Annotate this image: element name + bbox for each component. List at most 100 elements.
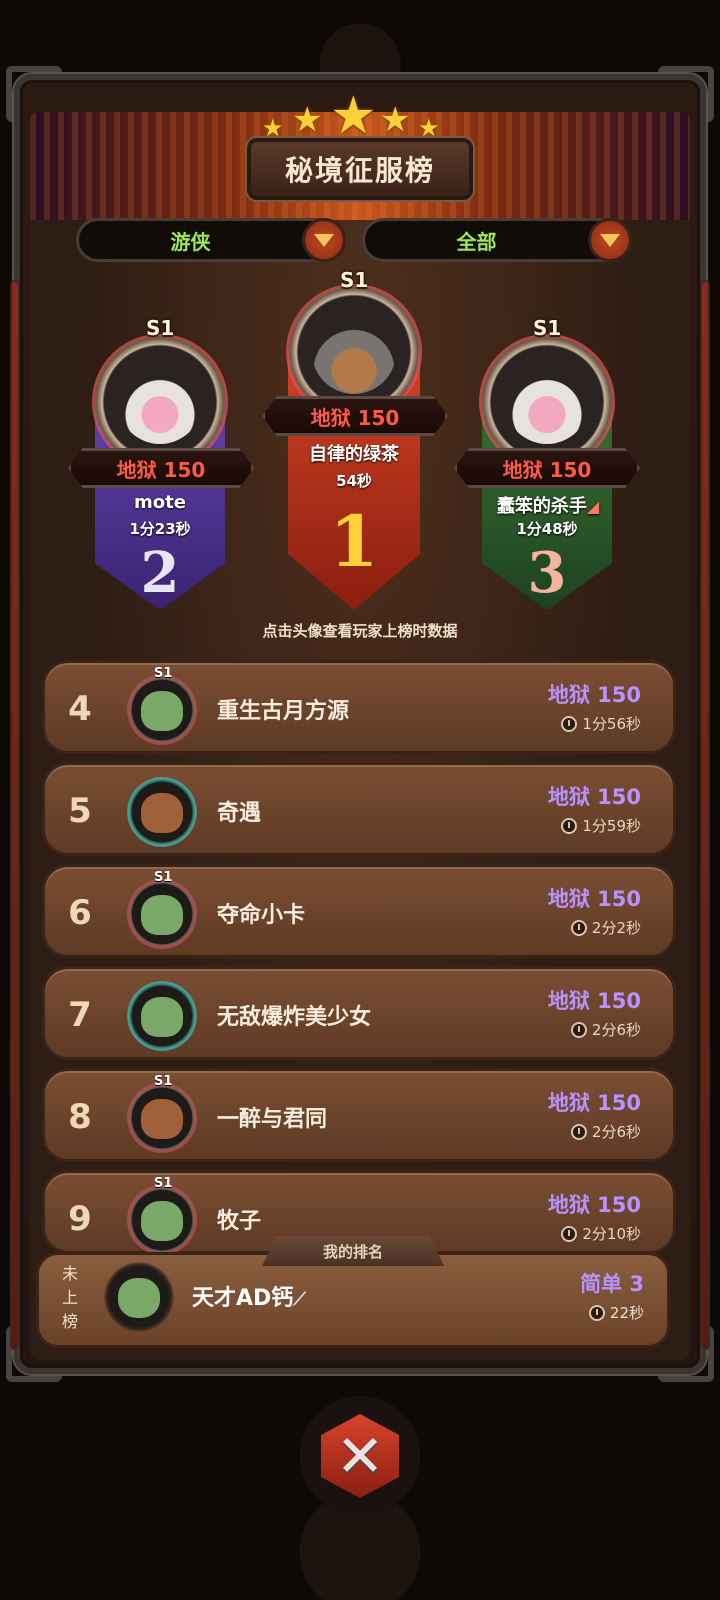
my-time-value: 22秒 xyxy=(609,1304,644,1322)
podium-player-time: 54秒 xyxy=(336,472,372,490)
podium-player-name: 自律的绿茶 xyxy=(309,444,399,465)
my-player-name: 天才AD钙 xyxy=(192,1286,294,1311)
star-icon: ★ xyxy=(380,100,411,140)
season-badge: S1 xyxy=(146,316,175,340)
row-difficulty: 地狱 150 xyxy=(547,989,641,1013)
row-difficulty: 地狱 150 xyxy=(547,887,641,911)
podium-difficulty: 地狱 150 xyxy=(502,457,592,482)
player-avatar[interactable]: S1 xyxy=(127,1074,197,1153)
podium-difficulty: 地狱 150 xyxy=(310,405,400,430)
knife-emoji-icon: ⟋ xyxy=(293,1289,306,1310)
clock-icon xyxy=(570,1021,587,1038)
rating-stars: ★ ★ ★ ★ ★ xyxy=(0,86,720,146)
page-title-text: 秘境征服榜 xyxy=(284,154,435,187)
row-time: 2分10秒 xyxy=(561,1223,641,1244)
row-player-name: 牧子 xyxy=(217,1209,262,1234)
hint-text: 点击头像查看玩家上榜时数据 xyxy=(262,622,458,640)
row-time: 1分59秒 xyxy=(561,815,641,836)
podium-place-number: 1 xyxy=(329,500,379,583)
my-rank-tag: 我的排名 xyxy=(262,1236,444,1266)
season-badge: S1 xyxy=(154,1074,173,1089)
row-rank: 5 xyxy=(68,791,92,831)
dropdown-arrow-icon[interactable] xyxy=(588,218,632,262)
row-rank: 8 xyxy=(68,1097,92,1137)
podium-player-time: 1分23秒 xyxy=(129,520,191,538)
difficulty-plate: 地狱 150 xyxy=(262,396,448,436)
my-rank-status: 未上榜 xyxy=(61,1264,78,1331)
row-time-value: 2分2秒 xyxy=(591,919,641,937)
fox-avatar-icon xyxy=(141,895,183,935)
masked-warrior-avatar-icon xyxy=(312,310,396,394)
leaderboard-row[interactable]: 7 无敌爆炸美少女 地狱 150 2分6秒 xyxy=(42,966,676,1060)
row-difficulty: 地狱 150 xyxy=(547,785,641,809)
row-time-value: 2分6秒 xyxy=(591,1021,641,1039)
scope-filter-label: 全部 xyxy=(456,229,497,254)
clock-icon xyxy=(561,817,578,834)
row-difficulty: 地狱 150 xyxy=(547,683,641,707)
row-time: 1分56秒 xyxy=(561,713,641,734)
row-difficulty: 地狱 150 xyxy=(547,1193,641,1217)
season-badge: S1 xyxy=(533,316,562,340)
leaderboard-row[interactable]: 5 奇遇 地狱 150 1分59秒 xyxy=(42,762,676,856)
row-rank: 6 xyxy=(68,893,92,933)
row-time: 2分6秒 xyxy=(570,1019,641,1040)
row-time: 2分6秒 xyxy=(570,1121,641,1142)
clock-icon xyxy=(561,715,578,732)
my-difficulty: 简单 3 xyxy=(580,1272,644,1296)
row-rank: 9 xyxy=(68,1199,92,1239)
class-filter-dropdown[interactable]: 游侠 xyxy=(76,218,346,262)
podium-place-number: 3 xyxy=(527,540,567,606)
leaderboard-row[interactable]: 8 S1 一醉与君同 地狱 150 2分6秒 xyxy=(42,1068,676,1162)
leaderboard-row[interactable]: 4 S1 重生古月方源 地狱 150 1分56秒 xyxy=(42,660,676,754)
scope-filter-dropdown[interactable]: 全部 xyxy=(362,218,632,262)
clock-icon xyxy=(570,919,587,936)
fox-avatar-icon xyxy=(141,691,183,731)
row-rank: 7 xyxy=(68,995,92,1035)
leaderboard-row[interactable]: 6 S1 夺命小卡 地狱 150 2分2秒 xyxy=(42,864,676,958)
row-player-name: 夺命小卡 xyxy=(217,903,306,928)
row-time-value: 1分59秒 xyxy=(582,817,641,835)
season-badge: S1 xyxy=(154,870,173,885)
row-time-value: 1分56秒 xyxy=(582,715,641,733)
player-avatar[interactable]: S1 xyxy=(127,666,197,745)
season-badge: S1 xyxy=(154,1176,173,1191)
page-title: 秘境征服榜 xyxy=(247,138,473,200)
player-avatar[interactable]: S1 xyxy=(127,870,197,949)
close-icon: ✕ xyxy=(321,1414,399,1498)
row-time: 2分2秒 xyxy=(570,917,641,938)
fox-avatar-icon xyxy=(141,997,183,1037)
player-avatar[interactable] xyxy=(127,981,197,1051)
clock-icon xyxy=(561,1225,578,1242)
row-player-name: 一醉与君同 xyxy=(217,1107,328,1132)
clock-icon xyxy=(570,1123,587,1140)
player-avatar[interactable] xyxy=(127,777,197,847)
row-player-name: 重生古月方源 xyxy=(217,699,350,724)
row-player-name: 无敌爆炸美少女 xyxy=(217,1005,372,1030)
cow-avatar-icon xyxy=(118,360,202,444)
podium-place-number: 2 xyxy=(140,540,180,606)
row-difficulty: 地狱 150 xyxy=(547,1091,641,1115)
row-time-value: 2分10秒 xyxy=(582,1225,641,1243)
frame-side-rail xyxy=(10,280,20,1350)
season-badge: S1 xyxy=(340,268,369,292)
player-avatar[interactable]: S1 xyxy=(127,1176,197,1255)
podium-player-name-wrap: 蠢笨的杀手◢ xyxy=(468,492,628,518)
row-rank: 4 xyxy=(68,689,92,729)
my-avatar[interactable] xyxy=(104,1262,174,1332)
close-button[interactable]: ✕ xyxy=(300,1396,420,1516)
my-rank-tag-label: 我的排名 xyxy=(322,1242,383,1261)
star-icon: ★ xyxy=(292,100,323,140)
podium-player-name: 蠢笨的杀手 xyxy=(496,496,587,517)
bear-avatar-icon xyxy=(141,1099,183,1139)
podium-player-name: mote xyxy=(134,492,186,513)
frame-side-rail xyxy=(700,280,710,1350)
class-filter-label: 游侠 xyxy=(170,229,211,254)
difficulty-plate: 地狱 150 xyxy=(68,448,254,488)
podium-player-time: 1分48秒 xyxy=(516,520,578,538)
row-player-name: 奇遇 xyxy=(217,801,262,826)
difficulty-plate: 地狱 150 xyxy=(454,448,640,488)
cow-avatar-icon xyxy=(505,360,589,444)
dropdown-arrow-icon[interactable] xyxy=(302,218,346,262)
clock-icon xyxy=(588,1304,605,1321)
bear-avatar-icon xyxy=(141,793,183,833)
